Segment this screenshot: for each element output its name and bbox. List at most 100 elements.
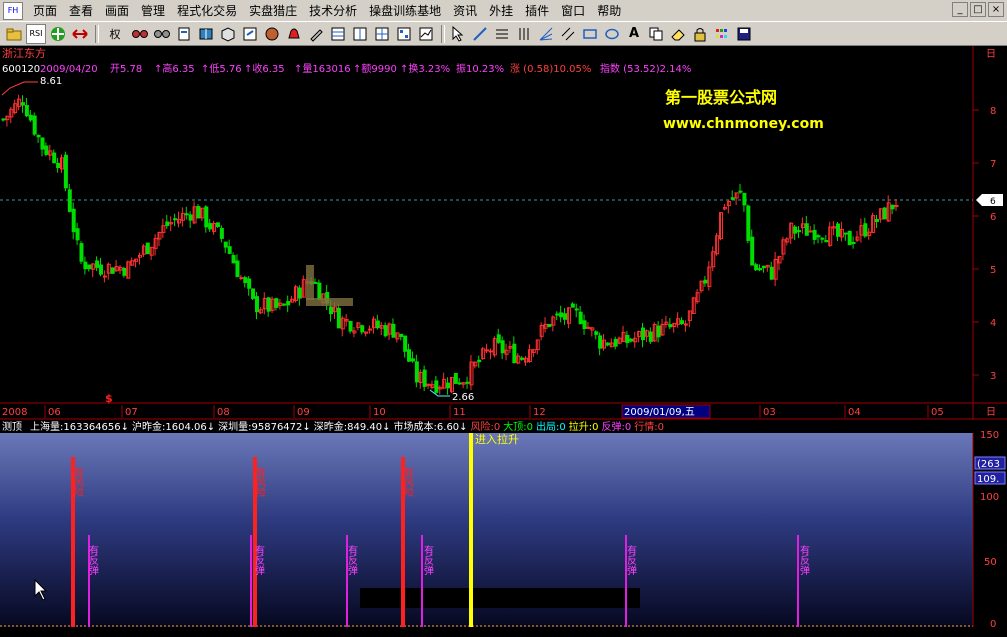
stock-chart-area[interactable]: 浙江东方 600120 2009/04/20 开5.78 ↑高6.35 ↑低5.… (0, 46, 1007, 637)
candle-body (570, 303, 575, 308)
document-stack-icon[interactable] (174, 24, 194, 44)
menu-live-hunting[interactable]: 实盘猎庄 (243, 1, 303, 21)
alarm-bell-icon[interactable] (284, 24, 304, 44)
indicator-header-item: 风险:0 (471, 420, 501, 433)
cup-icon[interactable] (262, 24, 282, 44)
layout-grid-icon[interactable] (372, 24, 392, 44)
move-arrows-icon[interactable] (48, 24, 68, 44)
candle-body (613, 338, 618, 347)
close-icon[interactable]: × (988, 2, 1004, 17)
candle-body (578, 311, 583, 325)
candle-body (297, 287, 302, 299)
menu-manage[interactable]: 管理 (135, 1, 171, 21)
fan-lines-icon[interactable] (536, 24, 556, 44)
indicator-header-item: 上海量:163364656↓ (30, 420, 129, 433)
candle-body (808, 230, 813, 233)
volume-value: ↑量163016 (294, 63, 351, 75)
menu-screen[interactable]: 画面 (99, 1, 135, 21)
menu-addons[interactable]: 插件 (519, 1, 555, 21)
candle-body (820, 237, 825, 240)
indicator-header-item: 反弹:0 (601, 420, 631, 433)
turnover-value: ↑换3.23% (400, 62, 450, 75)
restore-icon[interactable]: □ (970, 2, 986, 17)
menu-page[interactable]: 页面 (27, 1, 63, 21)
candle-body (1, 118, 6, 121)
save-icon[interactable] (734, 24, 754, 44)
pen-icon[interactable] (306, 24, 326, 44)
amplitude-value: 振10.23% (456, 62, 504, 75)
candle-body (730, 197, 735, 200)
candle-body (40, 137, 45, 150)
candle-body (223, 241, 228, 248)
menu-plugins-ext[interactable]: 外挂 (483, 1, 519, 21)
channel-lines-icon[interactable] (558, 24, 578, 44)
stock-name: 浙江东方 (2, 46, 46, 60)
watermark-url: www.chnmoney.com (663, 116, 824, 132)
candle-body (485, 349, 490, 352)
book-icon[interactable] (196, 24, 216, 44)
window-chart-icon[interactable] (416, 24, 436, 44)
text-tool-icon[interactable]: A (624, 24, 644, 44)
eraser-icon[interactable] (668, 24, 688, 44)
layout-columns-icon[interactable] (350, 24, 370, 44)
menu-training-base[interactable]: 操盘训练基地 (363, 1, 447, 21)
candle-body (266, 297, 271, 312)
candle-body (227, 246, 232, 254)
time-label-cursor: 2009/01/09,五 (624, 407, 695, 418)
link-icon[interactable] (240, 24, 260, 44)
candle-body (75, 228, 80, 241)
color-palette-icon[interactable] (712, 24, 732, 44)
candle-body (641, 327, 646, 341)
rsi-button[interactable]: RSI (26, 23, 46, 44)
menu-program-trading[interactable]: 程式化交易 (171, 1, 243, 21)
candle-body (251, 288, 256, 299)
indicator-tick-150: 150 (980, 430, 999, 441)
right-adjust-button[interactable]: 权 (102, 24, 128, 44)
lock-icon[interactable] (690, 24, 710, 44)
ellipse-tool-icon[interactable] (602, 24, 622, 44)
glasses-gray-icon[interactable] (152, 24, 172, 44)
menu-help[interactable]: 帮助 (591, 1, 627, 21)
candle-body (79, 243, 84, 262)
candle-body (317, 282, 322, 301)
candle-body (239, 277, 244, 280)
candle-body (399, 333, 404, 337)
open-folder-icon[interactable] (4, 24, 24, 44)
candle-body (496, 334, 501, 343)
candle-body (453, 373, 458, 384)
parallel-lines-icon[interactable] (514, 24, 534, 44)
menu-news[interactable]: 资讯 (447, 1, 483, 21)
indicator-tick-0: 0 (990, 619, 996, 630)
index-value: 指数 (53.52)2.14% (600, 62, 691, 75)
layout-quad-icon[interactable] (394, 24, 414, 44)
candle-body (605, 342, 610, 346)
amount-value: ↑额9990 (353, 62, 397, 75)
indicator-header-item: 深昨金:849.40↓ (314, 420, 391, 433)
resize-horizontal-icon[interactable] (70, 24, 90, 44)
line-tool-icon[interactable] (470, 24, 490, 44)
buy-signal-marker: $ (105, 392, 113, 405)
change-value: 涨 (0.58)10.05% (510, 63, 591, 75)
candle-body (243, 277, 248, 284)
glasses-red-icon[interactable] (130, 24, 150, 44)
box-icon[interactable] (218, 24, 238, 44)
high-price: ↑高6.35 (154, 62, 195, 75)
copy-icon[interactable] (646, 24, 666, 44)
rectangle-tool-icon[interactable] (580, 24, 600, 44)
candle-body (274, 298, 279, 308)
candle-body (56, 162, 61, 169)
multiline-tool-icon[interactable] (492, 24, 512, 44)
pointer-tool-icon[interactable] (448, 24, 468, 44)
minimize-icon[interactable]: _ (952, 2, 968, 17)
menu-window[interactable]: 窗口 (555, 1, 591, 21)
indicator-header-item: 行情:0 (634, 420, 664, 433)
open-price: 开5.78 (110, 64, 142, 75)
candle-body (629, 338, 634, 342)
app-logo-icon: FH (3, 1, 23, 20)
candle-body (173, 218, 178, 221)
candle-body (410, 358, 415, 362)
menu-technical-analysis[interactable]: 技术分析 (303, 1, 363, 21)
layout-rows-icon[interactable] (328, 24, 348, 44)
menu-view[interactable]: 查看 (63, 1, 99, 21)
candle-body (98, 264, 103, 275)
